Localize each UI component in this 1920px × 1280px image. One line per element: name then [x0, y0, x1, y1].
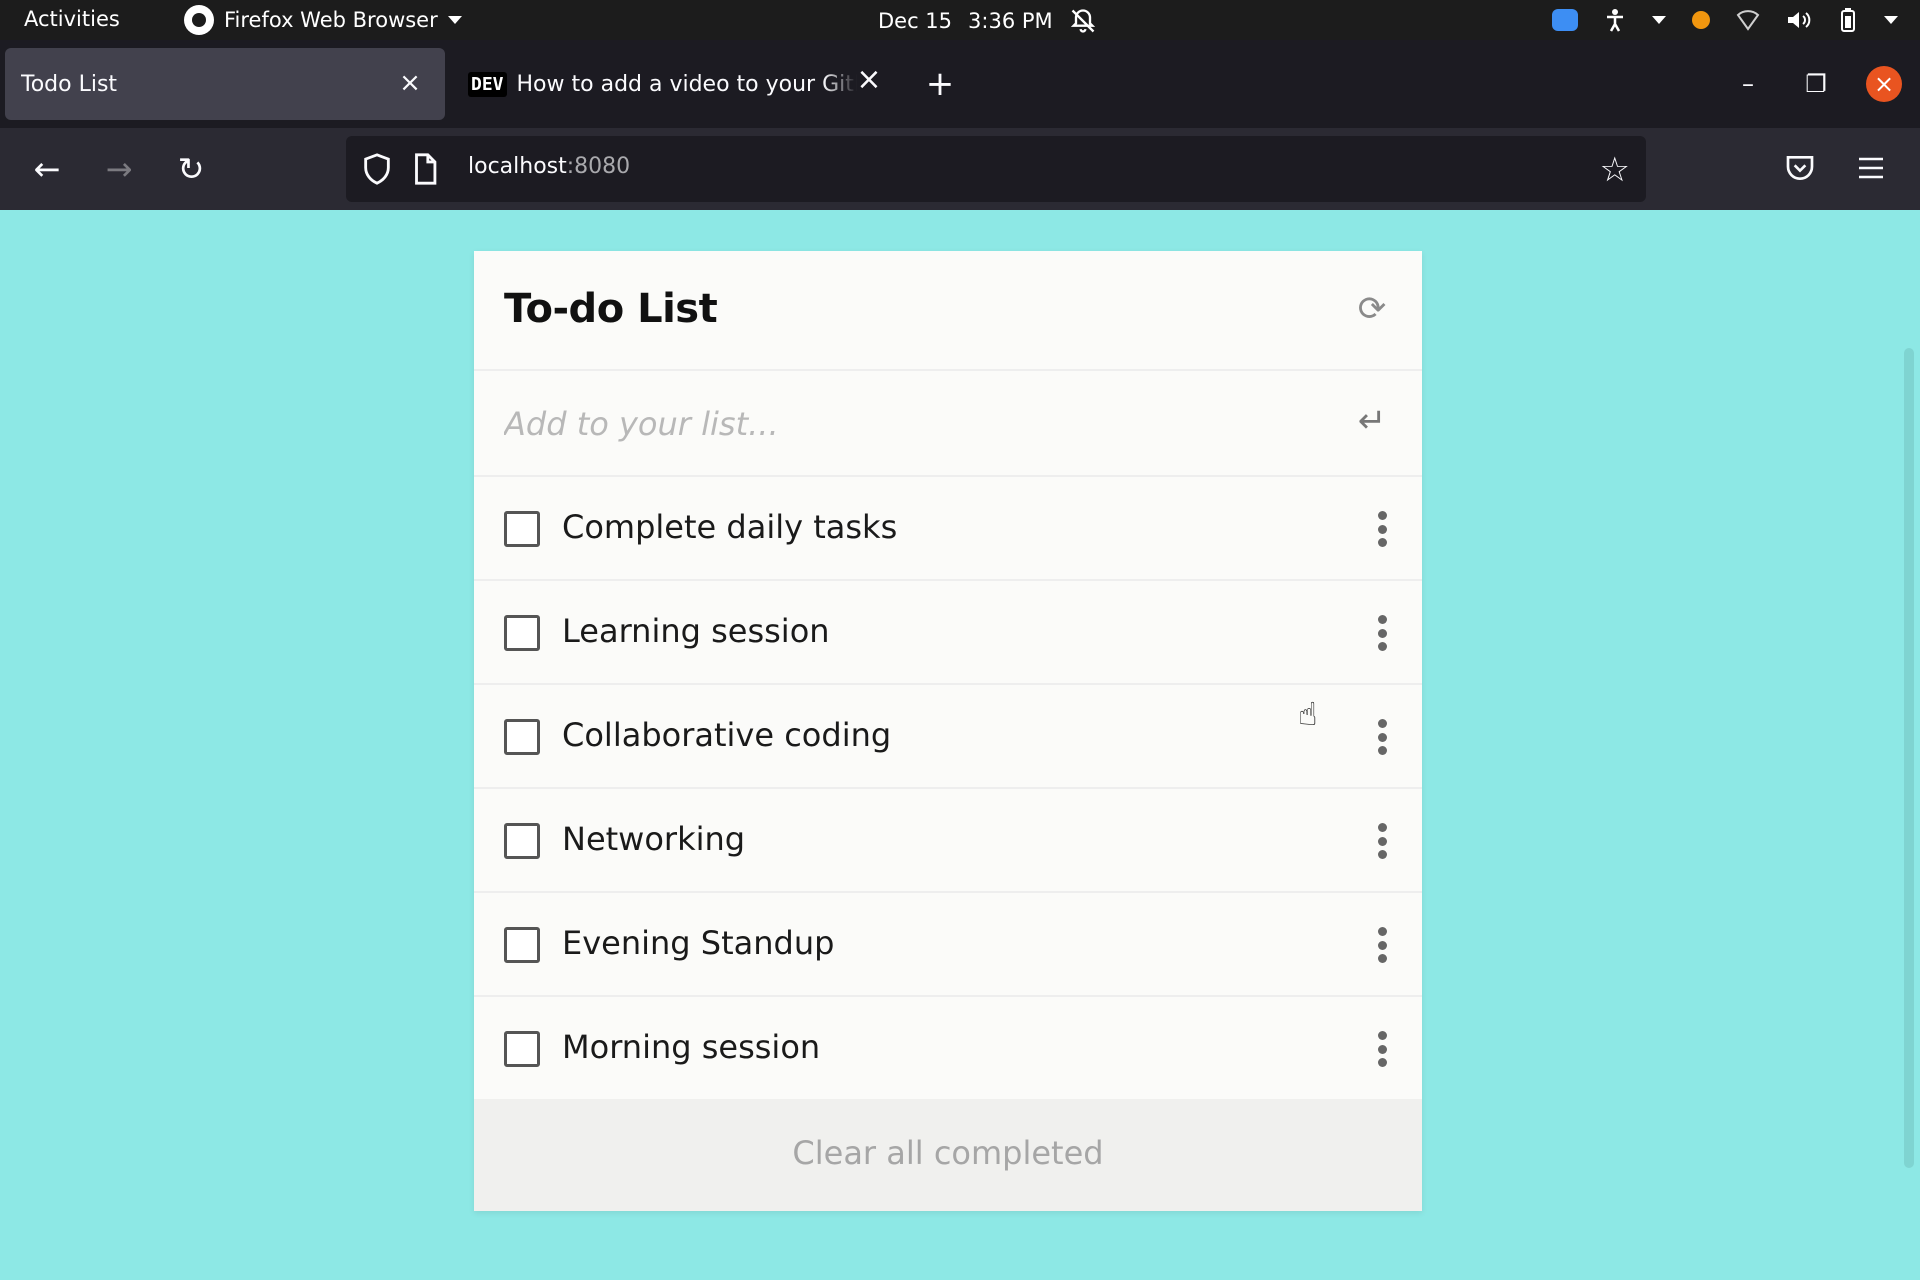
shield-icon[interactable]: [360, 152, 394, 186]
clock-date: Dec 15: [878, 9, 953, 33]
todo-checkbox[interactable]: [504, 615, 540, 651]
list-item: Evening Standup: [474, 893, 1422, 997]
restore-window-button[interactable]: ❐: [1798, 66, 1834, 102]
tab-dev-article[interactable]: DEV How to add a video to your GitHub: [466, 48, 906, 120]
clock[interactable]: Dec 15 3:36 PM: [878, 7, 1097, 35]
todo-checkbox[interactable]: [504, 823, 540, 859]
todo-label: Complete daily tasks: [562, 508, 898, 546]
app-menu-label: Firefox Web Browser: [224, 8, 438, 32]
activities-button[interactable]: Activities: [24, 7, 120, 31]
todo-label: Collaborative coding: [562, 716, 892, 754]
firefox-icon: [184, 5, 214, 35]
url-host: localhost: [468, 154, 567, 179]
tab-title: Todo List: [21, 71, 118, 97]
app-menu[interactable]: Firefox Web Browser: [184, 4, 462, 36]
more-options-icon[interactable]: [1376, 615, 1388, 651]
close-tab-icon[interactable]: ×: [851, 62, 887, 98]
card-footer: Clear all completed: [474, 1099, 1422, 1211]
todo-checkbox[interactable]: [504, 719, 540, 755]
url-port: :8080: [566, 154, 631, 179]
hamburger-menu-icon[interactable]: [1856, 154, 1886, 182]
add-todo-input[interactable]: [504, 397, 1324, 451]
minimize-window-button[interactable]: –: [1730, 66, 1766, 102]
tab-title: How to add a video to your GitHub: [516, 71, 857, 97]
tab-strip: Todo List × DEV How to add a video to yo…: [0, 40, 1920, 128]
list-item: Collaborative coding: [474, 685, 1422, 789]
orange-indicator-icon[interactable]: [1692, 11, 1710, 29]
notifications-off-icon: [1070, 9, 1095, 33]
accessibility-icon[interactable]: [1604, 8, 1626, 32]
chevron-down-icon: [447, 16, 462, 24]
network-icon[interactable]: [1736, 9, 1760, 31]
enter-icon[interactable]: ↵: [1352, 401, 1392, 441]
more-options-icon[interactable]: [1376, 719, 1388, 755]
refresh-icon[interactable]: ⟳: [1352, 289, 1392, 329]
pocket-icon[interactable]: [1784, 152, 1816, 184]
bookmark-star-icon[interactable]: ☆: [1600, 150, 1630, 190]
dev-favicon-icon: DEV: [468, 71, 507, 97]
system-top-bar: Activities Firefox Web Browser Dec 15 3:…: [0, 0, 1920, 40]
more-options-icon[interactable]: [1376, 927, 1388, 963]
todo-label: Evening Standup: [562, 924, 835, 962]
list-item: Complete daily tasks: [474, 477, 1422, 581]
add-todo-row: ↵: [474, 371, 1422, 477]
zoom-icon[interactable]: [1552, 9, 1578, 31]
page-title: To-do List: [504, 286, 718, 332]
todo-checkbox[interactable]: [504, 511, 540, 547]
hand-cursor-icon: ☝: [1298, 695, 1318, 733]
system-tray[interactable]: [1552, 6, 1898, 34]
list-item: Learning session: [474, 581, 1422, 685]
todo-label: Learning session: [562, 612, 830, 650]
close-tab-icon[interactable]: ×: [397, 70, 423, 96]
clear-completed-button[interactable]: Clear all completed: [474, 1134, 1422, 1172]
new-tab-button[interactable]: +: [920, 64, 960, 104]
clock-time: 3:36 PM: [968, 9, 1053, 33]
chevron-down-icon[interactable]: [1652, 16, 1666, 24]
volume-icon[interactable]: [1786, 9, 1812, 31]
todo-checkbox[interactable]: [504, 1031, 540, 1067]
list-item: Networking: [474, 789, 1422, 893]
reload-button[interactable]: ↻: [168, 146, 214, 192]
more-options-icon[interactable]: [1376, 1031, 1388, 1067]
url-text[interactable]: localhost:8080: [468, 154, 630, 179]
todo-label: Networking: [562, 820, 746, 858]
more-options-icon[interactable]: [1376, 823, 1388, 859]
more-options-icon[interactable]: [1376, 511, 1388, 547]
navigation-bar: ← → ↻ localhost:8080 ☆: [0, 128, 1920, 210]
chevron-down-icon[interactable]: [1884, 16, 1898, 24]
tab-todo-list[interactable]: Todo List ×: [5, 48, 445, 120]
forward-button[interactable]: →: [96, 146, 142, 192]
back-button[interactable]: ←: [24, 146, 70, 192]
battery-icon[interactable]: [1838, 8, 1858, 32]
close-window-button[interactable]: ×: [1866, 66, 1902, 102]
url-bar[interactable]: localhost:8080 ☆: [346, 136, 1646, 202]
todo-list: Complete daily tasks Learning session Co…: [474, 477, 1422, 1101]
todo-checkbox[interactable]: [504, 927, 540, 963]
list-item: Morning session: [474, 997, 1422, 1101]
page-icon[interactable]: [408, 152, 442, 186]
page-scrollbar[interactable]: [1904, 348, 1914, 1168]
card-header: To-do List ⟳: [474, 251, 1422, 371]
todo-label: Morning session: [562, 1028, 821, 1066]
todo-card: To-do List ⟳ ↵ Complete daily tasks Lear…: [474, 251, 1422, 1211]
